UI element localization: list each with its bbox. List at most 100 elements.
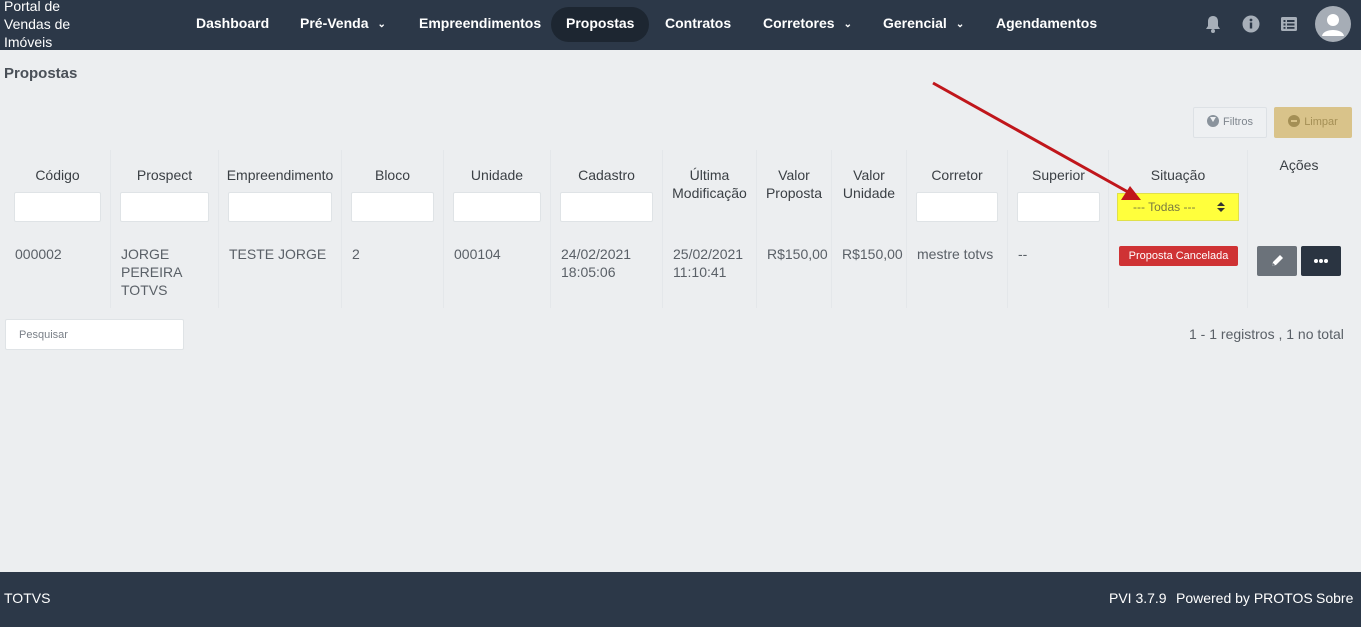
nav-corretores[interactable]: Corretores ⌄ (748, 7, 867, 42)
filter-cadastro-input[interactable] (560, 192, 653, 222)
header-line: Modificação (672, 185, 747, 201)
column-header-prospect[interactable]: Prospect (120, 166, 209, 184)
dots-icon (1314, 259, 1328, 263)
cell-ultima-modificacao: 25/02/2021 11:10:41 (673, 245, 743, 281)
edit-button[interactable] (1257, 246, 1297, 276)
column-divider (831, 150, 832, 308)
column-header-codigo[interactable]: Código (14, 166, 101, 184)
chevron-down-icon: ⌄ (843, 19, 852, 30)
nav-dashboard-label: Dashboard (196, 15, 270, 31)
nav-propostas[interactable]: Propostas (551, 7, 650, 42)
column-divider (110, 150, 111, 308)
column-header-corretor[interactable]: Corretor (916, 166, 998, 184)
page-title: Propostas (4, 65, 78, 82)
cell-superior: -- (1018, 246, 1028, 262)
nav-agendamentos[interactable]: Agendamentos (981, 7, 1112, 42)
filter-button[interactable]: Filtros (1193, 107, 1267, 138)
cell-empreendimento: TESTE JORGE (229, 246, 327, 262)
column-header-unidade[interactable]: Unidade (453, 166, 541, 184)
filter-codigo-input[interactable] (14, 192, 101, 222)
footer-company: TOTVS (4, 590, 51, 606)
minus-icon (1288, 115, 1301, 127)
column-divider (550, 150, 551, 308)
cell-line: TOTVS (121, 282, 168, 298)
footer-powered[interactable]: Powered by PROTOS (1176, 590, 1313, 606)
cell-line: PEREIRA (121, 264, 183, 280)
clear-button-label: Limpar (1304, 116, 1338, 128)
filter-superior-input[interactable] (1017, 192, 1100, 222)
nav-propostas-label: Propostas (566, 15, 635, 31)
header-line: Unidade (842, 185, 896, 201)
info-icon[interactable] (1240, 13, 1262, 35)
cell-line: 24/02/2021 (561, 246, 632, 262)
annotation-arrow-icon (932, 81, 1141, 200)
cell-bloco: 2 (352, 246, 360, 262)
cell-prospect: JORGE PEREIRA TOTVS (121, 245, 182, 299)
nav-contratos[interactable]: Contratos (650, 7, 746, 42)
filter-situacao-value: --- Todas --- (1133, 200, 1196, 214)
cell-line: 11:10:41 (673, 264, 727, 280)
cell-line: 18:05:06 (561, 264, 616, 280)
chevron-down-icon: ⌄ (377, 19, 386, 30)
column-header-acoes: Ações (1279, 157, 1319, 173)
sort-arrows-icon (1217, 202, 1225, 212)
filter-prospect-input[interactable] (120, 192, 209, 222)
header-line: Valor (778, 167, 810, 183)
column-divider (341, 150, 342, 308)
column-header-valor-unidade[interactable]: Valor Unidade (838, 166, 900, 202)
header-line: Valor (853, 167, 885, 183)
column-divider (662, 150, 663, 308)
filter-icon (1207, 115, 1220, 127)
top-navbar: Portal de Vendas de Imóveis Dashboard Pr… (0, 0, 1361, 50)
filter-corretor-input[interactable] (916, 192, 998, 222)
filter-button-label: Filtros (1223, 116, 1253, 128)
chevron-down-icon: ⌄ (955, 19, 965, 30)
cell-valor-proposta: R$150,00 (767, 246, 828, 262)
nav-pre-venda-label: Pré-Venda (300, 15, 369, 31)
search-input[interactable] (5, 319, 184, 350)
column-header-cadastro[interactable]: Cadastro (560, 166, 653, 184)
status-badge: Proposta Cancelada (1119, 246, 1238, 266)
column-divider (1247, 150, 1248, 308)
list-icon[interactable] (1278, 13, 1300, 35)
column-header-bloco[interactable]: Bloco (351, 166, 434, 184)
header-line: Proposta (765, 185, 823, 201)
more-actions-button[interactable] (1301, 246, 1341, 276)
column-header-valor-proposta[interactable]: Valor Proposta (762, 166, 826, 202)
filter-bloco-input[interactable] (351, 192, 434, 222)
nav-pre-venda[interactable]: Pré-Venda ⌄ (285, 7, 401, 42)
column-divider (1108, 150, 1109, 308)
cell-line: 25/02/2021 (673, 246, 744, 262)
bell-icon[interactable] (1202, 13, 1224, 35)
filter-situacao-select[interactable]: --- Todas --- (1117, 193, 1239, 221)
column-header-superior[interactable]: Superior (1017, 166, 1100, 184)
nav-gerencial-label: Gerencial (883, 15, 947, 31)
column-header-empreendimento[interactable]: Empreendimento (226, 166, 334, 184)
column-divider (1007, 150, 1008, 308)
filter-unidade-input[interactable] (453, 192, 541, 222)
pencil-icon (1272, 255, 1283, 266)
header-line: Última (689, 167, 730, 183)
column-header-situacao[interactable]: Situação (1117, 166, 1239, 184)
user-avatar-icon[interactable] (1315, 6, 1351, 42)
user-silhouette-icon (1322, 14, 1344, 36)
footer-version: PVI 3.7.9 (1109, 590, 1167, 606)
cell-line: JORGE (121, 246, 170, 262)
nav-empreendimentos-label: Empreendimentos (419, 15, 542, 31)
cell-cadastro: 24/02/2021 18:05:06 (561, 245, 631, 281)
column-divider (906, 150, 907, 308)
brand-title[interactable]: Portal de Vendas de Imóveis (4, 0, 84, 51)
cell-unidade: 000104 (454, 246, 501, 262)
nav-corretores-label: Corretores (763, 15, 835, 31)
footer-about-link[interactable]: Sobre (1316, 590, 1353, 606)
column-divider (218, 150, 219, 308)
pagination-info: 1 - 1 registros , 1 no total (1189, 326, 1344, 342)
column-divider (756, 150, 757, 308)
nav-agendamentos-label: Agendamentos (996, 15, 1098, 31)
nav-gerencial[interactable]: Gerencial ⌄ (868, 7, 979, 42)
nav-dashboard[interactable]: Dashboard (181, 7, 284, 42)
filter-empreendimento-input[interactable] (228, 192, 332, 222)
nav-empreendimentos[interactable]: Empreendimentos (404, 7, 556, 42)
column-header-ultima-modificacao[interactable]: Última Modificação (667, 166, 752, 202)
clear-button[interactable]: Limpar (1274, 107, 1352, 138)
